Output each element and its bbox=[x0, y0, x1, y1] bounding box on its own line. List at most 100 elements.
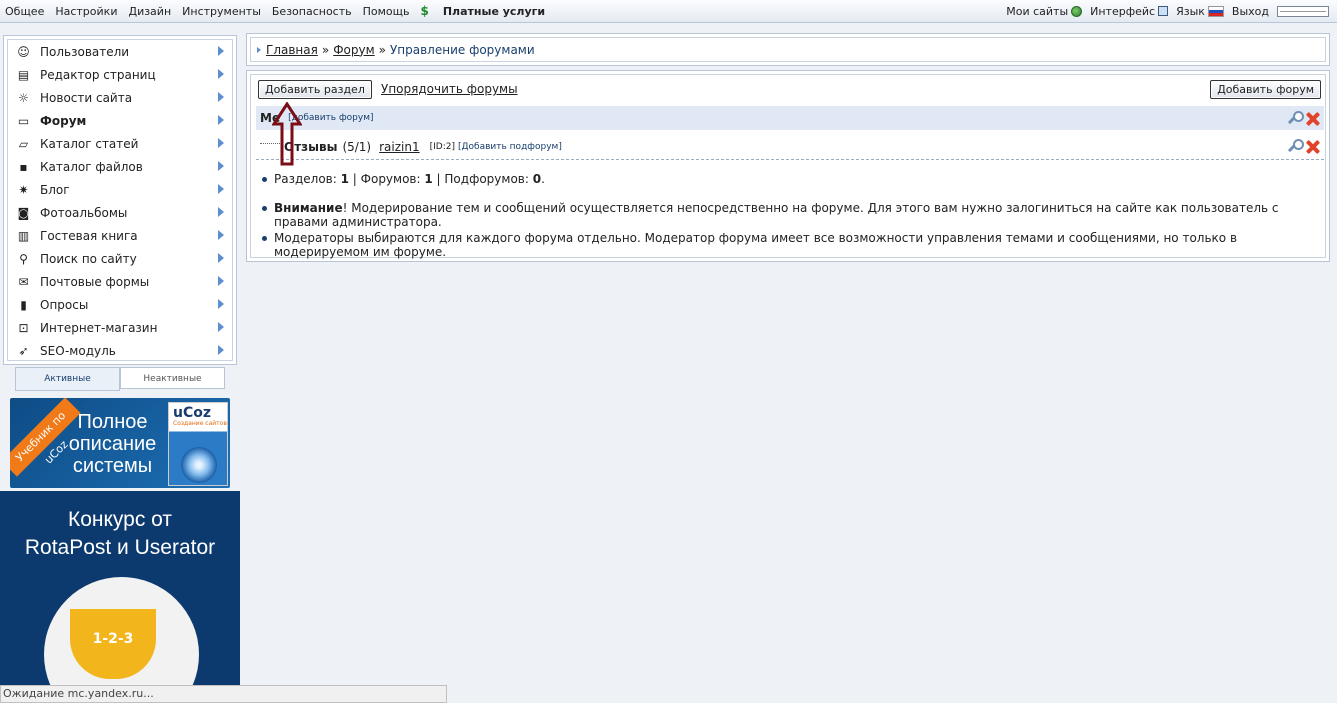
breadcrumb-sep: » bbox=[321, 42, 330, 57]
sidebar-item[interactable]: ☺ Пользователи bbox=[8, 40, 232, 63]
my-sites-link[interactable]: Мои сайты bbox=[1006, 5, 1083, 18]
chevron-right-icon[interactable] bbox=[218, 138, 224, 148]
logout-link[interactable]: Выход bbox=[1232, 5, 1269, 18]
add-subforum-link[interactable]: [Добавить подфорум] bbox=[458, 142, 562, 152]
menu-paid-services[interactable]: $ Платные услуги bbox=[420, 4, 556, 18]
chevron-right-icon[interactable] bbox=[218, 92, 224, 102]
sidebar-item[interactable]: ▭ Форум bbox=[8, 109, 232, 132]
menu-tools[interactable]: Инструменты bbox=[182, 5, 261, 18]
edit-wrench-icon[interactable] bbox=[1286, 110, 1304, 126]
delete-icon[interactable] bbox=[1305, 111, 1320, 126]
warning-note: Внимание! Модерирование тем и сообщений … bbox=[262, 201, 1322, 229]
camera-icon: ◙ bbox=[17, 205, 30, 220]
sidebar-item[interactable]: ◙ Фотоальбомы bbox=[8, 201, 232, 224]
sidebar-item[interactable]: ▤ Редактор страниц bbox=[8, 63, 232, 86]
chart-icon: ▮ bbox=[20, 297, 27, 312]
top-menu-left: Общее Настройки Дизайн Инструменты Безоп… bbox=[0, 4, 567, 18]
forum-management-content: Добавить раздел Упорядочить форумы Добав… bbox=[250, 74, 1326, 259]
bullet-icon bbox=[262, 177, 267, 182]
chevron-right-icon[interactable] bbox=[218, 161, 224, 171]
add-section-button[interactable]: Добавить раздел bbox=[258, 80, 372, 99]
menu-help[interactable]: Помощь bbox=[363, 5, 410, 18]
stats-text: Разделов: 1 | Форумов: 1 | Подфорумов: 0… bbox=[274, 172, 545, 186]
forum-moderator-link[interactable]: raizin1 bbox=[379, 140, 420, 154]
forum-management-panel: Добавить раздел Упорядочить форумы Добав… bbox=[246, 70, 1330, 262]
chevron-right-icon[interactable] bbox=[218, 207, 224, 217]
interface-toggle[interactable]: Интерфейс bbox=[1090, 5, 1169, 18]
forum-counts: (5/1) bbox=[342, 139, 372, 154]
chevron-right-icon[interactable] bbox=[218, 299, 224, 309]
contest-banner[interactable]: Конкурс от RotaPost и Userator 1-2-3 bbox=[0, 491, 240, 685]
warning-bold: Внимание bbox=[274, 201, 343, 215]
menu-design[interactable]: Дизайн bbox=[128, 5, 171, 18]
sidebar-item[interactable]: ☼ Новости сайта bbox=[8, 86, 232, 109]
russia-flag-icon bbox=[1207, 5, 1224, 17]
module-sidebar: ☺ Пользователи ▤ Редактор страниц ☼ Новости с… bbox=[3, 35, 237, 365]
sidebar-item-label: SEO-модуль bbox=[40, 343, 116, 358]
tab-active-modules[interactable]: Активные bbox=[15, 367, 120, 391]
page-icon: ▤ bbox=[17, 67, 30, 82]
sidebar-item[interactable]: ▱ Каталог статей bbox=[8, 132, 232, 155]
sidebar-item[interactable]: ▮ Опросы bbox=[8, 293, 232, 316]
language-select[interactable]: Язык bbox=[1176, 5, 1224, 18]
chevron-right-icon[interactable] bbox=[218, 345, 224, 355]
edit-wrench-icon[interactable] bbox=[1286, 139, 1304, 154]
module-list: ☺ Пользователи ▤ Редактор страниц ☼ Новости с… bbox=[7, 39, 233, 361]
top-menu-bar: Общее Настройки Дизайн Инструменты Безоп… bbox=[0, 0, 1337, 23]
sidebar-item-label: Гостевая книга bbox=[40, 228, 138, 243]
cart-icon: ⊡ bbox=[18, 320, 29, 335]
breadcrumb-home[interactable]: Главная bbox=[266, 43, 318, 57]
sidebar-item[interactable]: ▥ Гостевая книга bbox=[8, 224, 232, 247]
bullet-icon bbox=[262, 206, 267, 211]
order-forums-link[interactable]: Упорядочить форумы bbox=[381, 82, 518, 96]
ucoz-book-banner[interactable]: Учебник по uCoz Полное описание системы … bbox=[10, 398, 230, 488]
search-icon: ⚲ bbox=[19, 251, 28, 266]
delete-icon[interactable] bbox=[1305, 139, 1320, 154]
chevron-right-icon[interactable] bbox=[218, 69, 224, 79]
up-arrow-annotation-icon bbox=[272, 102, 302, 166]
globe-icon bbox=[1071, 5, 1083, 17]
window-icon bbox=[1158, 6, 1169, 16]
logout-label: Выход bbox=[1231, 4, 1269, 18]
sidebar-item[interactable]: ✷ Блог bbox=[8, 178, 232, 201]
menu-security[interactable]: Безопасность bbox=[272, 5, 352, 18]
paid-services-label: Платные услуги bbox=[442, 4, 546, 18]
forums-label: Форумов: bbox=[360, 172, 421, 186]
sections-label: Разделов: bbox=[274, 172, 337, 186]
chevron-right-icon[interactable] bbox=[218, 322, 224, 332]
menu-settings[interactable]: Настройки bbox=[55, 5, 117, 18]
sidebar-item-label: Опросы bbox=[40, 297, 89, 312]
sidebar-item-label: Блог bbox=[40, 182, 70, 197]
breadcrumb-panel: Главная » Форум » Управление форумами bbox=[246, 33, 1330, 66]
width-slider[interactable] bbox=[1277, 5, 1329, 17]
sidebar-item[interactable]: ⊡ Интернет-магазин bbox=[8, 316, 232, 339]
forum-id: [ID:2] bbox=[429, 141, 455, 152]
contest-title-line2: RotaPost и Userator bbox=[24, 536, 216, 559]
chevron-right-icon[interactable] bbox=[218, 230, 224, 240]
bullet-icon bbox=[262, 236, 267, 241]
sidebar-item[interactable]: ▪ Каталог файлов bbox=[8, 155, 232, 178]
section-row: Ме [добавить форум] bbox=[256, 106, 1324, 130]
tab-inactive-modules[interactable]: Неактивные bbox=[120, 367, 225, 389]
chevron-right-icon[interactable] bbox=[218, 276, 224, 286]
chevron-right-icon[interactable] bbox=[218, 184, 224, 194]
moderators-note: Модераторы выбираются для каждого форума… bbox=[262, 231, 1322, 259]
disk-icon bbox=[181, 447, 217, 483]
add-forum-button[interactable]: Добавить форум bbox=[1210, 80, 1321, 99]
menu-general[interactable]: Общее bbox=[5, 5, 44, 18]
chevron-right-icon[interactable] bbox=[218, 46, 224, 56]
sidebar-item[interactable]: ⚲ Поиск по сайту bbox=[8, 247, 232, 270]
disk-icon: ▪ bbox=[19, 159, 28, 174]
subforums-label: Подфорумов: bbox=[444, 172, 529, 186]
mail-icon: ✉ bbox=[18, 274, 29, 289]
sidebar-item-label: Каталог статей bbox=[40, 136, 139, 151]
chevron-right-icon[interactable] bbox=[218, 253, 224, 263]
bulb-icon: ☼ bbox=[18, 90, 29, 105]
module-tabs: Активные Неактивные bbox=[15, 367, 225, 391]
user-icon: ☺ bbox=[17, 44, 30, 59]
sidebar-item[interactable]: ➶ SEO-модуль bbox=[8, 339, 232, 362]
chevron-right-icon[interactable] bbox=[218, 115, 224, 125]
forum-icon: ▭ bbox=[17, 113, 30, 128]
breadcrumb-forum[interactable]: Форум bbox=[333, 43, 374, 57]
sidebar-item[interactable]: ✉ Почтовые формы bbox=[8, 270, 232, 293]
